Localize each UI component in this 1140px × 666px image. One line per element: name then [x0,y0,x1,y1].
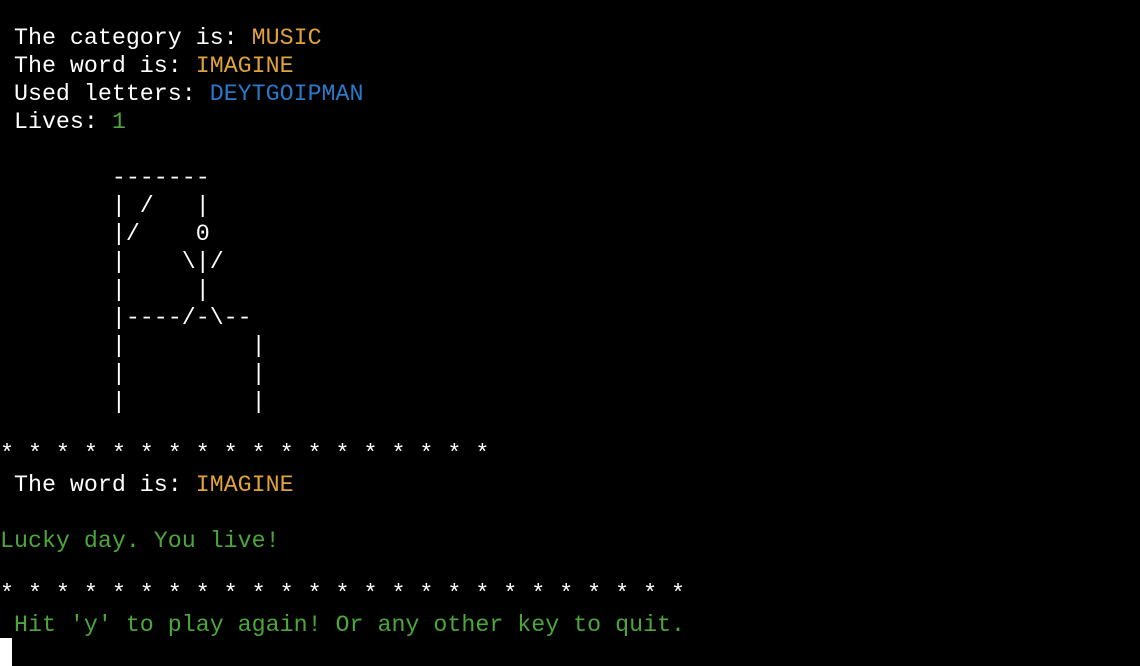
gallows-line: | \|/ [0,249,224,275]
category-line: The category is: MUSIC [0,24,322,52]
gallows-line: ------- [0,165,210,191]
used-letters-line: Used letters: DEYTGOIPMAN [0,80,364,108]
play-again-prompt: Hit 'y' to play again! Or any other key … [0,612,686,638]
category-label: The category is: [0,25,252,51]
used-letters-value: DEYTGOIPMAN [209,81,364,107]
lives-label: Lives: [0,109,112,135]
result-message: Lucky day. You live! [0,528,280,554]
lives-value: 1 [111,109,126,135]
category-value: MUSIC [251,25,322,51]
gallows-line: | | [0,277,210,303]
gallows-line: | | [0,389,266,415]
gallows-line: | | [0,333,266,359]
separator-bottom: * * * * * * * * * * * * * * * * * * * * … [0,581,686,607]
result-word-line: The word is: IMAGINE [0,471,294,499]
gallows-line: | / | [0,193,210,219]
gallows-line: |/ 0 [0,221,210,247]
separator-top: * * * * * * * * * * * * * * * * * * [0,441,490,467]
result-word-label: The word is: [0,472,196,498]
gallows-line: | | [0,361,266,387]
word-line: The word is: IMAGINE [0,52,294,80]
word-label: The word is: [0,53,196,79]
word-value: IMAGINE [195,53,294,79]
gallows-line: |----/-\-- [0,305,252,331]
lives-line: Lives: 1 [0,108,126,136]
text-cursor[interactable] [0,638,12,666]
result-word-value: IMAGINE [195,472,294,498]
used-letters-label: Used letters: [0,81,210,107]
